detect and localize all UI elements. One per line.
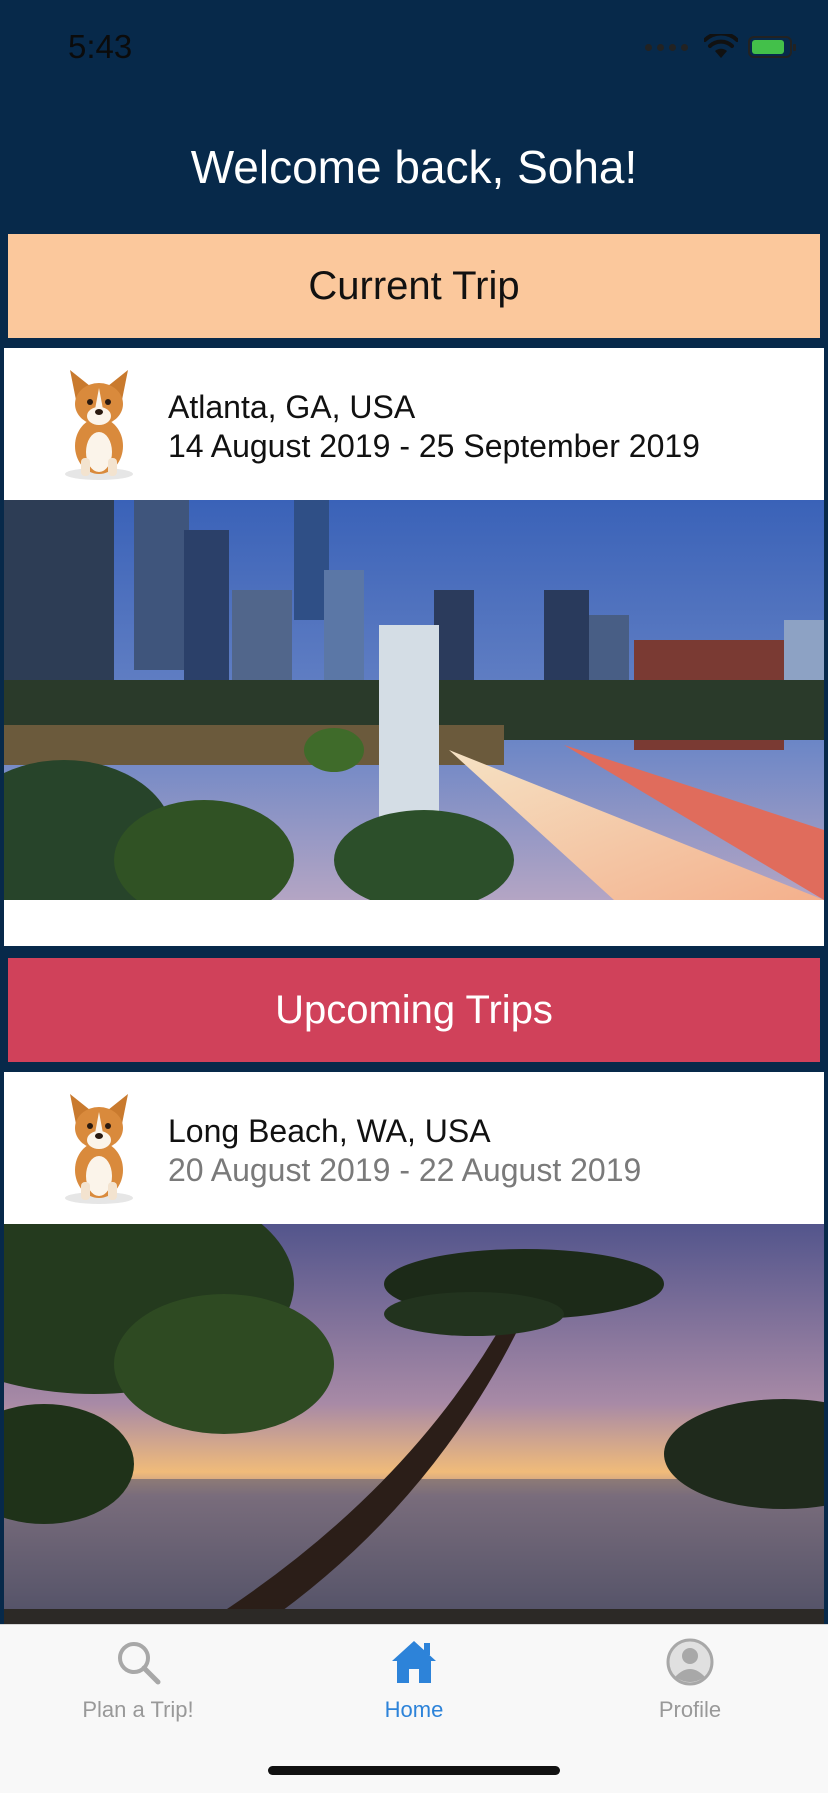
current-trip-card[interactable]: Atlanta, GA, USA 14 August 2019 - 25 Sep…: [4, 348, 824, 946]
corgi-avatar: [65, 370, 133, 480]
tab-profile[interactable]: Profile: [552, 1637, 828, 1723]
status-icons: [645, 34, 796, 60]
battery-icon: [748, 36, 796, 58]
status-bar: 5:43: [0, 0, 828, 100]
tab-home[interactable]: Home: [276, 1637, 552, 1723]
home-indicator: [268, 1766, 560, 1775]
trip-info: Atlanta, GA, USA 14 August 2019 - 25 Sep…: [4, 348, 824, 500]
wifi-icon: [704, 34, 738, 58]
trip-details: Long Beach, WA, USA 20 August 2019 - 22 …: [168, 1112, 641, 1190]
welcome-title: Welcome back, Soha!: [190, 141, 638, 193]
trip-location: Atlanta, GA, USA: [168, 389, 416, 425]
tab-label: Profile: [658, 1697, 722, 1722]
atlanta-skyline-photo: [4, 500, 824, 900]
upcoming-trips-header: Upcoming Trips: [8, 958, 820, 1062]
current-trip-header: Current Trip: [8, 234, 820, 338]
profile-icon: [666, 1638, 714, 1686]
trip-dates: 14 August 2019 - 25 September 2019: [168, 428, 700, 464]
tab-label: Plan a Trip!: [82, 1697, 194, 1722]
tab-plan-trip[interactable]: Plan a Trip!: [0, 1637, 276, 1723]
corgi-avatar: [65, 1094, 133, 1204]
status-time: 5:43: [68, 28, 133, 65]
home-icon: [392, 1641, 436, 1683]
upcoming-trip-card[interactable]: Long Beach, WA, USA 20 August 2019 - 22 …: [4, 1072, 824, 1624]
trip-details: Atlanta, GA, USA 14 August 2019 - 25 Sep…: [168, 388, 700, 466]
long-beach-sunset-photo: [4, 1224, 824, 1624]
trip-location: Long Beach, WA, USA: [168, 1113, 491, 1149]
cellular-signal-icon: [645, 43, 688, 51]
trip-info: Long Beach, WA, USA 20 August 2019 - 22 …: [4, 1072, 824, 1224]
search-icon: [118, 1642, 161, 1685]
trip-dates: 20 August 2019 - 22 August 2019: [168, 1152, 642, 1188]
tab-label: Home: [384, 1697, 444, 1722]
